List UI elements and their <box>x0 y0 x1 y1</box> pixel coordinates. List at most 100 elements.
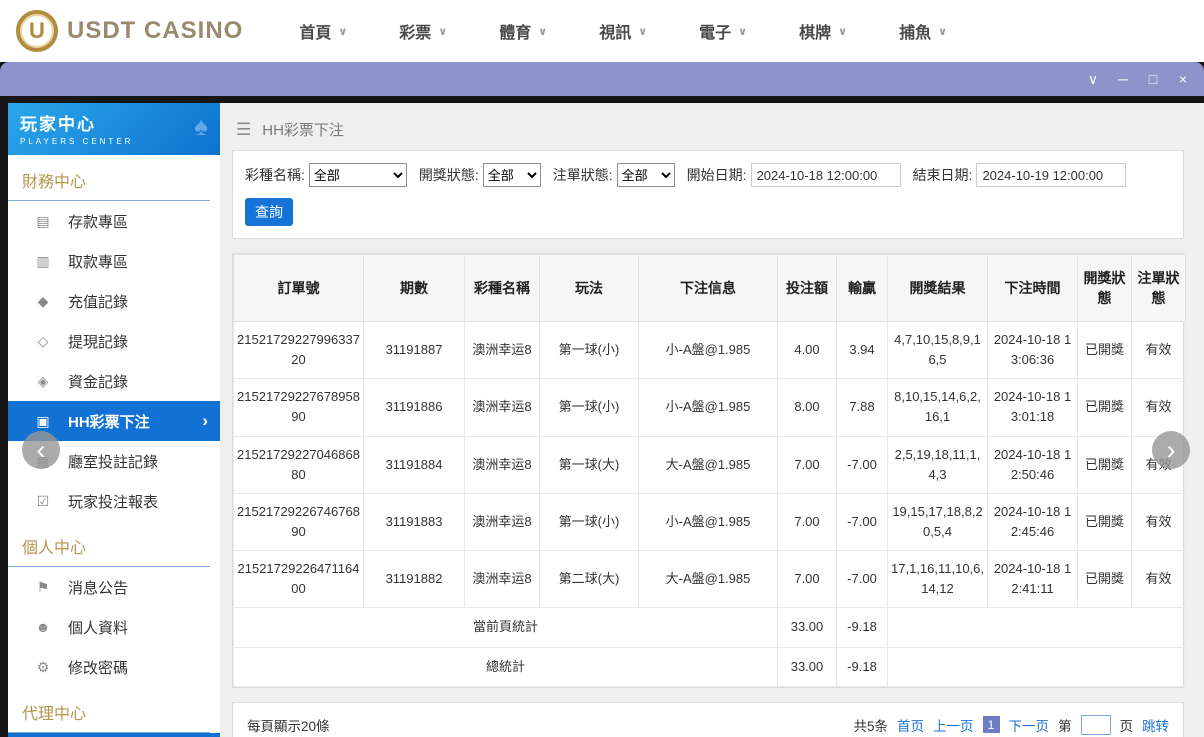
table-cell: 第二球(大) <box>539 550 639 609</box>
sidebar-item-announcements[interactable]: ⚑ 消息公告 <box>8 567 220 607</box>
prev-page-link[interactable]: 上一页 <box>933 715 974 735</box>
table-cell: 31191884 <box>363 435 465 494</box>
end-date-label: 結束日期: <box>912 167 973 183</box>
dice-decoration-icon: ♠ <box>194 111 208 141</box>
sidebar: 玩家中心 PLAYERS CENTER ♠ 財務中心 ▤ 存款專區 ▥ 取款專區 ◆ 充值記… <box>8 103 220 737</box>
brand-name: USDT CASINO <box>67 17 244 44</box>
column-header: 下注時間 <box>987 254 1078 322</box>
start-date-label: 開始日期: <box>686 167 747 183</box>
breadcrumb: ☰ HH彩票下注 <box>236 119 1184 140</box>
summary-empty <box>887 607 1186 648</box>
table-cell: 7.00 <box>777 550 837 609</box>
main-content: ☰ HH彩票下注 彩種名稱: 全部 開獎狀態: 全部 注單狀態: 全部 開始日期… <box>22 103 1204 737</box>
bets-table-card: 訂單號 期數 彩種名稱 玩法 下注信息 投注額 輸贏 開獎結果 下注時間 開獎狀態 注單狀態 215… <box>232 253 1186 688</box>
table-cell: 2152172922647116400 <box>233 550 364 609</box>
summary-bet-total: 33.00 <box>777 646 837 687</box>
nav-item-0[interactable]: 首頁 ∨ <box>299 19 347 43</box>
table-cell: 2024-10-18 13:01:18 <box>987 378 1078 437</box>
column-header: 開獎結果 <box>887 254 988 322</box>
table-cell: 有效 <box>1131 550 1186 609</box>
table-cell: 2152172922674676890 <box>233 492 364 552</box>
sidebar-item-label: HH彩票下注 <box>68 413 150 431</box>
table-cell: 4.00 <box>777 320 837 380</box>
table-cell: 2024-10-18 12:41:11 <box>987 550 1078 609</box>
close-icon[interactable]: × <box>1172 72 1194 86</box>
sidebar-item-withdrawal-records[interactable]: ◇ 提現記錄 <box>8 321 220 361</box>
start-date-input[interactable] <box>750 163 901 187</box>
table-cell: 31191883 <box>363 492 465 552</box>
brand-logo[interactable]: U USDT CASINO <box>16 10 243 52</box>
nav-item-2[interactable]: 體育 ∨ <box>499 19 547 43</box>
sidebar-item-deposit[interactable]: ▤ 存款專區 <box>8 201 220 241</box>
nav-item-label: 電子 <box>699 25 732 42</box>
table-cell: 3.94 <box>836 320 888 380</box>
table-cell: 31191882 <box>363 550 465 609</box>
nav-item-4[interactable]: 電子 ∨ <box>699 19 747 43</box>
window-titlebar: ∨ ─ □ × <box>0 62 1204 96</box>
lottery-bets-icon: ▣ <box>36 412 50 429</box>
goto-page-input[interactable] <box>1080 714 1111 735</box>
sidebar-item-recharge-records[interactable]: ◆ 充值記錄 <box>8 281 220 321</box>
sidebar-item-profile[interactable]: ☻ 個人資料 <box>8 607 220 647</box>
table-row: 2152172922704686880 31191884 澳洲幸运8 第一球(大) 大-… <box>233 435 1186 494</box>
table-cell: 19,15,17,18,8,20,5,4 <box>887 492 988 552</box>
nav-item-label: 視訊 <box>599 25 632 42</box>
table-cell: 有效 <box>1131 320 1186 380</box>
next-page-link[interactable]: 下一页 <box>1009 715 1050 735</box>
page-summary-row: 當前頁統計 33.00 -9.18 <box>233 607 1186 648</box>
sidebar-item-withdraw[interactable]: ▥ 取款專區 <box>8 241 220 281</box>
summary-label: 當前頁統計 <box>233 607 778 648</box>
sidebar-item-label: 充值記錄 <box>68 293 129 311</box>
current-page-indicator[interactable]: 1 <box>982 716 1000 734</box>
sidebar-item-label: 消息公告 <box>68 579 129 597</box>
nav-item-3[interactable]: 視訊 ∨ <box>599 19 647 43</box>
table-cell: 澳洲幸运8 <box>464 320 540 380</box>
table-cell: 澳洲幸运8 <box>464 492 540 552</box>
sidebar-item-funds-records[interactable]: ◈ 資金記錄 <box>8 361 220 401</box>
table-cell: 2024-10-18 12:50:46 <box>987 435 1078 494</box>
lottery-name-select[interactable]: 全部 <box>308 163 407 187</box>
collapse-icon[interactable]: ∨ <box>1082 72 1104 86</box>
maximize-icon[interactable]: □ <box>1142 72 1164 86</box>
minimize-icon[interactable]: ─ <box>1112 72 1134 86</box>
table-cell: 2,5,19,18,11,1,4,3 <box>887 435 988 494</box>
table-cell: 有效 <box>1131 378 1186 437</box>
chevron-down-icon: ∨ <box>838 25 848 38</box>
search-button[interactable]: 查詢 <box>245 198 293 226</box>
table-cell: 小-A盤@1.985 <box>638 378 778 437</box>
nav-item-label: 棋牌 <box>799 25 832 42</box>
sidebar-section-title: 代理中心 <box>8 687 220 733</box>
end-date-input[interactable] <box>976 163 1127 187</box>
table-cell: 澳洲幸运8 <box>464 435 540 494</box>
table-row: 2152172922647116400 31191882 澳洲幸运8 第二球(大) 大-… <box>233 550 1186 609</box>
hamburger-menu-icon[interactable]: ☰ <box>236 120 251 140</box>
draw-status-select[interactable]: 全部 <box>482 163 541 187</box>
table-cell: 8.00 <box>777 378 837 437</box>
nav-item-6[interactable]: 捕魚 ∨ <box>899 19 947 43</box>
funds-record-icon: ◈ <box>37 372 49 389</box>
table-row: 2152172922767895890 31191886 澳洲幸运8 第一球(小) 小-… <box>233 378 1186 437</box>
bet-status-select[interactable]: 全部 <box>616 163 675 187</box>
withdrawal-record-icon: ◇ <box>37 332 49 349</box>
bets-table: 訂單號 期數 彩種名稱 玩法 下注信息 投注額 輸贏 開獎結果 下注時間 開獎狀態 注單狀態 215… <box>233 254 1186 687</box>
column-header: 玩法 <box>539 254 639 322</box>
table-cell: 第一球(小) <box>539 492 639 552</box>
sidebar-item-label: 個人資料 <box>68 619 129 637</box>
sidebar-item-label: 存款專區 <box>68 213 129 231</box>
sidebar-item-label: 廳室投註記錄 <box>68 453 159 471</box>
sidebar-item-player-bet-report[interactable]: ☑ 玩家投注報表 <box>8 481 220 521</box>
table-cell: 已開獎 <box>1077 492 1132 552</box>
sidebar-item-change-password[interactable]: ⚙ 修改密碼 <box>8 647 220 687</box>
first-page-link[interactable]: 首页 <box>897 715 924 735</box>
carousel-right-arrow[interactable]: › <box>1152 431 1190 469</box>
goto-page-prefix: 第 <box>1058 718 1072 734</box>
nav-item-5[interactable]: 棋牌 ∨ <box>799 19 847 43</box>
goto-page-button[interactable]: 跳转 <box>1142 715 1169 735</box>
chevron-down-icon: ∨ <box>338 25 348 38</box>
table-cell: 7.88 <box>836 378 888 437</box>
pagination-bar: 每頁顯示20條 共5条 首页 上一页 1 下一页 第 页 跳转 <box>232 701 1184 737</box>
table-cell: -7.00 <box>836 435 888 494</box>
table-cell: 已開獎 <box>1077 378 1132 437</box>
nav-item-1[interactable]: 彩票 ∨ <box>399 19 447 43</box>
table-cell: 2152172922767895890 <box>233 378 364 437</box>
